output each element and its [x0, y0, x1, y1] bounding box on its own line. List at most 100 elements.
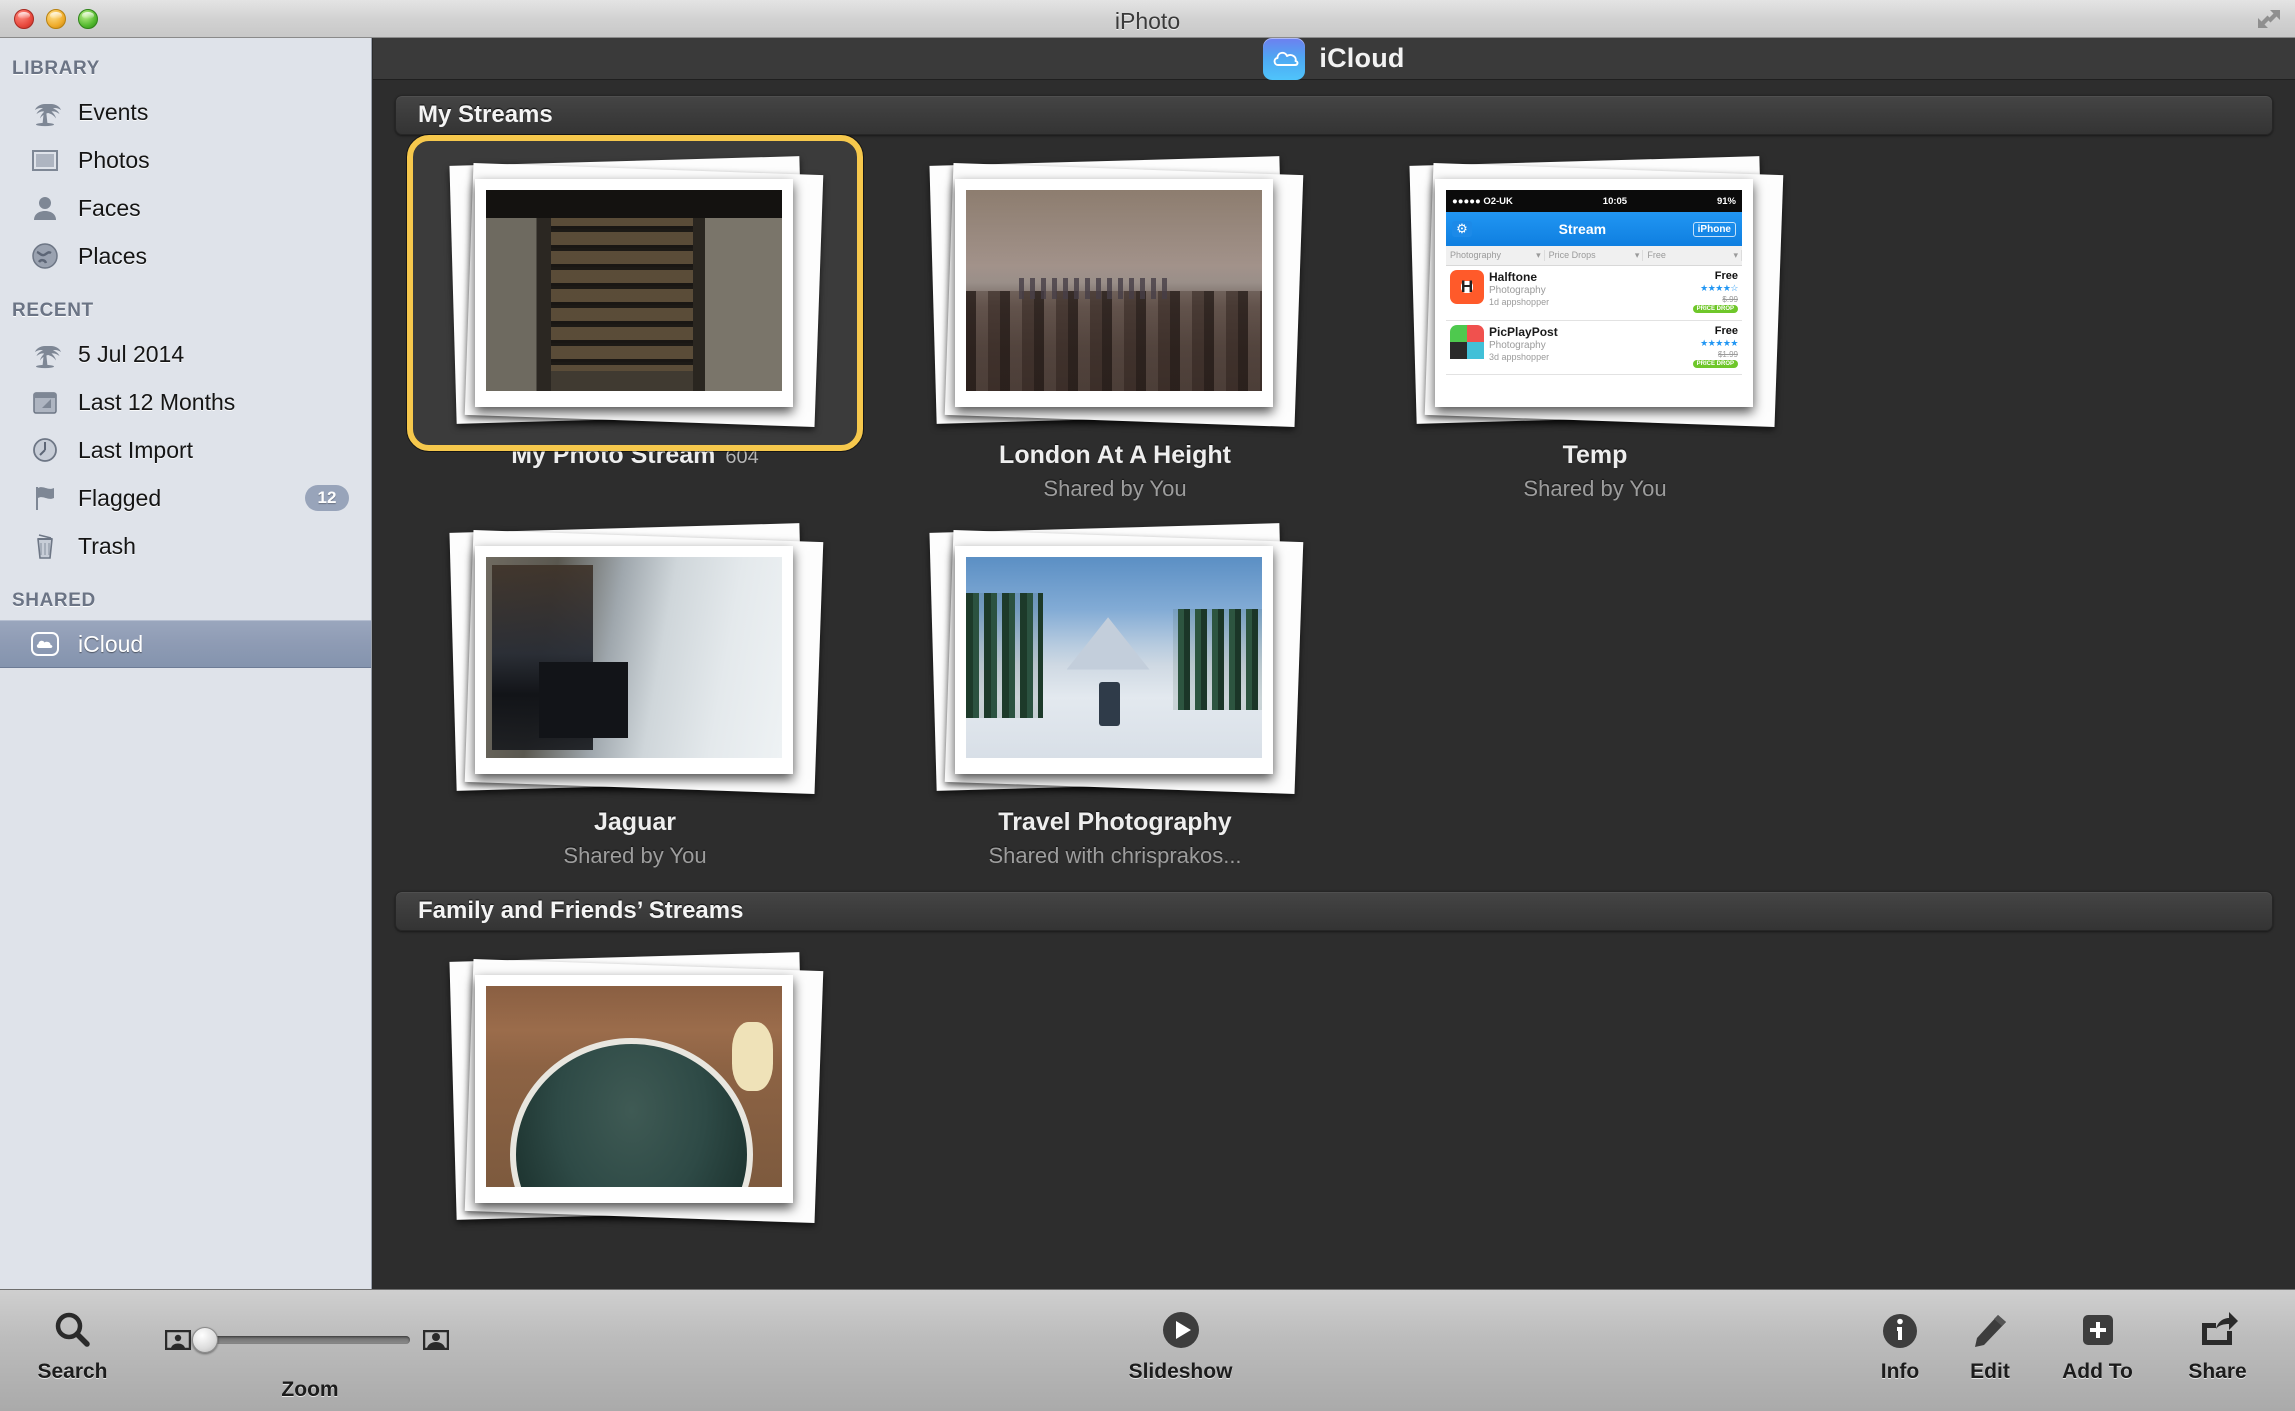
album-title: Travel Photography: [998, 808, 1231, 837]
album-thumbnail-stack[interactable]: [435, 523, 835, 796]
album-item[interactable]: London At A Height Shared by You: [875, 135, 1355, 502]
zoom-slider-track[interactable]: [200, 1336, 410, 1344]
app-price: Free: [1714, 324, 1738, 337]
app-category: Photography: [1489, 339, 1546, 351]
photo-art-ski-slope: [966, 557, 1262, 758]
album-thumbnail-stack[interactable]: [435, 952, 835, 1225]
app-old-price: $1.99: [1717, 349, 1738, 359]
price-drop-badge: PRICE DROP: [1692, 305, 1738, 314]
info-label: Info: [1880, 1360, 1920, 1383]
sidebar-item-label: Trash: [78, 532, 136, 559]
album-cover-photo: [955, 179, 1273, 407]
album-grid-my-streams: My Photo Stream 604 London At A Height Sh…: [373, 135, 2295, 869]
sidebar-item-label: iCloud: [78, 630, 144, 657]
iphone-filter-bar: Photography ▾ Price Drops ▾ Free ▾: [1446, 246, 1742, 267]
zoom-label: Zoom: [281, 1378, 339, 1401]
app-name: Halftone: [1489, 270, 1537, 285]
album-thumbnail-stack[interactable]: [915, 156, 1315, 429]
info-button[interactable]: Info: [1855, 1308, 1945, 1384]
album-thumbnail-stack[interactable]: ●●●●● O2-UK 10:05 91% ⚙ Stream iPhone Ph…: [1395, 156, 1795, 429]
halftone-app-icon: [1450, 270, 1484, 305]
sidebar-item-last-12-months[interactable]: Last 12 Months: [0, 378, 371, 426]
mountain-shape: [1066, 617, 1150, 670]
album-item[interactable]: Travel Photography Shared with chrisprak…: [875, 502, 1355, 869]
sidebar-item-places[interactable]: Places: [0, 232, 371, 280]
sidebar-group-library: LIBRARY: [12, 58, 100, 79]
album-item[interactable]: My Photo Stream 604: [395, 135, 875, 502]
edit-label: Edit: [1970, 1360, 2010, 1383]
iphone-app-row: Halftone Photography 1d appshopper Free …: [1446, 266, 1742, 321]
album-subtitle: Shared by You: [1043, 476, 1187, 501]
iphone-nav-right: iPhone: [1692, 221, 1736, 237]
search-button[interactable]: Search: [20, 1308, 125, 1384]
fullscreen-arrows-icon[interactable]: [2255, 6, 2283, 32]
chevron-down-icon: ▾: [1536, 250, 1541, 261]
section-header-family-and-friends: Family and Friends’ Streams: [395, 891, 2273, 931]
photo-art-food-bowl: [486, 986, 782, 1187]
iphone-app-row: PicPlayPost Photography 3d appshopper Fr…: [1446, 321, 1742, 375]
sidebar-item-events[interactable]: Events: [0, 88, 371, 136]
sidebar-item-last-import[interactable]: Last Import: [0, 426, 371, 474]
pencil-icon: [1968, 1308, 2012, 1354]
sidebar-item-5-jul-2014[interactable]: 5 Jul 2014: [0, 330, 371, 378]
app-category: Photography: [1489, 285, 1546, 297]
sidebar-group-recent: RECENT: [12, 300, 94, 321]
page-title: iPhoto: [1114, 8, 1181, 34]
photo-art-jaguar: [486, 557, 782, 758]
sidebar-item-label: Events: [78, 98, 149, 125]
section-header-my-streams: My Streams: [395, 95, 2273, 135]
share-icon: [2196, 1308, 2240, 1354]
add-plus-icon: [2076, 1308, 2120, 1354]
sidebar-item-flagged[interactable]: Flagged 12: [0, 474, 371, 522]
album-item[interactable]: Jaguar Shared by You: [395, 502, 875, 869]
zoom-out-icon[interactable]: [164, 1329, 192, 1351]
album-title: Temp: [1563, 441, 1628, 470]
price-drop-badge: PRICE DROP: [1692, 359, 1738, 368]
calendar-icon: [28, 385, 62, 419]
album-title: London At A Height: [999, 441, 1231, 470]
sidebar-item-icloud[interactable]: iCloud: [0, 620, 371, 668]
sidebar-item-label: Photos: [78, 146, 150, 173]
album-cover-photo: ●●●●● O2-UK 10:05 91% ⚙ Stream iPhone Ph…: [1435, 179, 1753, 407]
album-cover-photo: [955, 546, 1273, 774]
palm-tree-icon: [28, 337, 62, 371]
album-item[interactable]: [395, 931, 875, 1225]
app-meta: 3d appshopper: [1489, 351, 1550, 362]
filter-chip: Photography ▾: [1446, 250, 1545, 262]
zoom-slider-knob[interactable]: [192, 1327, 218, 1353]
clock-icon: [28, 433, 62, 467]
icloud-icon: [28, 627, 62, 661]
app-meta: 1d appshopper: [1489, 297, 1550, 308]
chevron-down-icon: ▾: [1634, 250, 1640, 261]
search-label: Search: [37, 1360, 108, 1383]
album-title-text: Temp: [1562, 441, 1628, 469]
slideshow-button[interactable]: Slideshow: [1083, 1308, 1278, 1384]
album-thumbnail-stack[interactable]: [915, 523, 1315, 796]
sidebar-item-faces[interactable]: Faces: [0, 184, 371, 232]
window-title-bar: iPhoto: [0, 0, 2295, 38]
album-title: Jaguar: [594, 808, 676, 837]
star-rating-icon: ★★★★★: [1700, 337, 1738, 348]
sidebar-item-trash[interactable]: Trash: [0, 522, 371, 570]
gear-icon: ⚙: [1452, 221, 1472, 238]
add-to-button[interactable]: Add To: [2035, 1308, 2160, 1384]
iphone-carrier: ●●●●● O2-UK: [1452, 195, 1513, 207]
play-icon: [1158, 1308, 1204, 1354]
album-subtitle: Shared by You: [1523, 476, 1667, 501]
album-item[interactable]: ●●●●● O2-UK 10:05 91% ⚙ Stream iPhone Ph…: [1355, 135, 1835, 502]
edit-button[interactable]: Edit: [1945, 1308, 2035, 1384]
sidebar-item-label: Flagged: [78, 484, 162, 511]
sidebar: LIBRARY Events Photos Faces Places RECEN…: [0, 38, 372, 1289]
filter-chip: Free ▾: [1643, 250, 1742, 262]
sidebar-item-label: Faces: [78, 194, 141, 221]
album-thumbnail-stack[interactable]: [407, 135, 863, 451]
skier-figure: [1099, 681, 1120, 726]
album-cover-photo: [475, 546, 793, 774]
photo-art-bookshelf: [486, 190, 782, 391]
share-button[interactable]: Share: [2160, 1308, 2275, 1384]
main-content-area: iCloud My Streams My Photo Stream 604 Lo…: [373, 38, 2295, 1289]
album-grid-family-and-friends: [373, 931, 2295, 1225]
album-subtitle: Shared by You: [563, 843, 707, 868]
sidebar-item-photos[interactable]: Photos: [0, 136, 371, 184]
zoom-in-icon[interactable]: [422, 1329, 450, 1351]
